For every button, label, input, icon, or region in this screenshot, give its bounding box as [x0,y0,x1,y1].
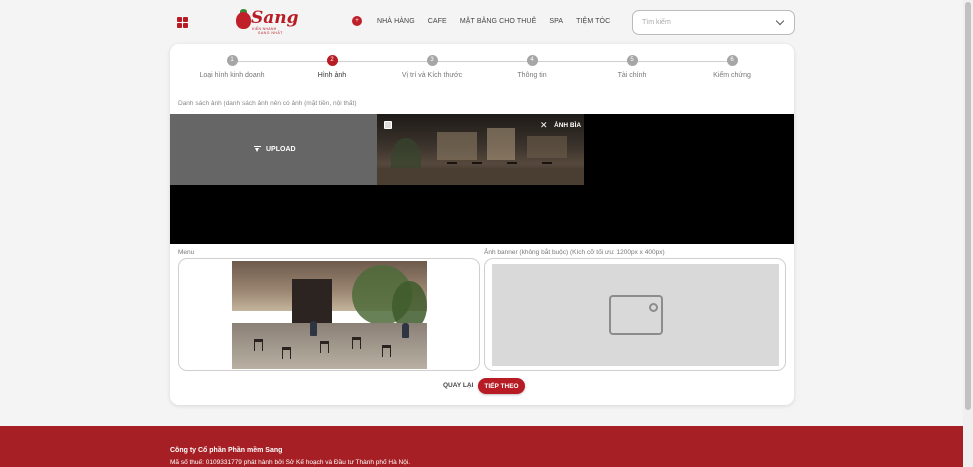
banner-label: Ảnh banner (không bắt buộc) (Kích cỡ tối… [484,249,665,256]
top-header: Sang KIẾN NHANH SANG NHẤT + NHÀ HÀNG CAF… [0,0,963,44]
site-footer: Công ty Cổ phần Phần mềm Sang Mã số thuế… [0,426,963,467]
step-number: 4 [526,55,538,66]
search-select[interactable]: Tìm kiếm [632,10,795,35]
page-scrollbar[interactable] [963,0,973,467]
banner-placeholder [492,264,779,366]
form-actions: QUAY LẠI TIẾP THEO [170,378,794,394]
step-4[interactable]: 4 Thông tin [482,55,582,79]
upload-label: UPLOAD [266,146,296,153]
footer-company-name: Công ty Cổ phần Phần mềm Sang [170,447,283,454]
step-label: Loại hình kinh doanh [199,72,265,79]
gallery-instructions: Danh sách ảnh (danh sách ảnh nên có ảnh … [178,100,357,107]
image-gallery: UPLOAD ✕ ẢNH BÌA [170,114,794,244]
step-number: 6 [726,55,738,66]
banner-image-dropzone[interactable] [484,258,786,371]
logo-wordmark: Sang [251,8,299,28]
chevron-down-icon[interactable] [775,16,785,26]
apps-menu-icon[interactable] [177,17,188,28]
step-number: 3 [426,55,438,66]
step-label: Tài chính [617,72,647,79]
progress-stepper: 1 Loại hình kinh doanh 2 Hình ảnh 3 Vị t… [170,55,794,85]
nav-item-cafe[interactable]: CAFE [428,18,447,25]
menu-image-dropzone[interactable] [178,258,480,371]
step-3[interactable]: 3 Vị trí và Kích thước [382,55,482,79]
logo-tagline-bottom: SANG NHẤT [258,31,283,35]
search-placeholder: Tìm kiếm [642,19,671,26]
step-label: Kiểm chứng [713,72,751,79]
nav-add-badge[interactable]: + [352,16,362,26]
upload-button[interactable]: UPLOAD [170,114,377,185]
scrollbar-thumb[interactable] [965,2,971,410]
main-nav: + NHÀ HÀNG CAFE MẶT BẰNG CHO THUÊ SPA TI… [352,16,623,26]
step-2[interactable]: 2 Hình ảnh [282,55,382,79]
step-label: Hình ảnh [317,72,347,79]
sang-logo[interactable]: Sang KIẾN NHANH SANG NHẤT [234,8,299,36]
step-1[interactable]: 1 Loại hình kinh doanh [182,55,282,79]
nav-item-spa[interactable]: SPA [549,18,563,25]
nav-item-hair-salon[interactable]: TIỆM TÓC [576,18,610,25]
image-placeholder-icon [609,295,663,335]
select-checkbox[interactable] [384,121,392,129]
step-label: Vị trí và Kích thước [401,72,463,79]
step-number: 1 [226,55,238,66]
next-button[interactable]: TIẾP THEO [478,378,525,394]
step-number: 2 [326,55,338,66]
step-5[interactable]: 5 Tài chính [582,55,682,79]
step-6[interactable]: 6 Kiểm chứng [682,55,782,79]
logo-strawberry-icon [236,12,251,29]
menu-label: Menu [178,249,195,256]
listing-form-card: 1 Loại hình kinh doanh 2 Hình ảnh 3 Vị t… [170,44,794,405]
nav-item-premises-rent[interactable]: MẶT BẰNG CHO THUÊ [460,18,537,25]
back-button[interactable]: QUAY LẠI [443,382,473,389]
nav-item-restaurant[interactable]: NHÀ HÀNG [377,18,415,25]
step-label: Thông tin [517,72,547,79]
cover-badge: ẢNH BÌA [554,122,582,129]
close-icon[interactable]: ✕ [540,120,548,130]
cover-image-thumbnail[interactable]: ✕ ẢNH BÌA [377,114,584,185]
upload-icon [254,146,261,153]
step-number: 5 [626,55,638,66]
menu-image-preview [232,261,427,369]
footer-registration: Mã số thuế: 0109331779 phát hành bởi Sở … [170,459,411,466]
